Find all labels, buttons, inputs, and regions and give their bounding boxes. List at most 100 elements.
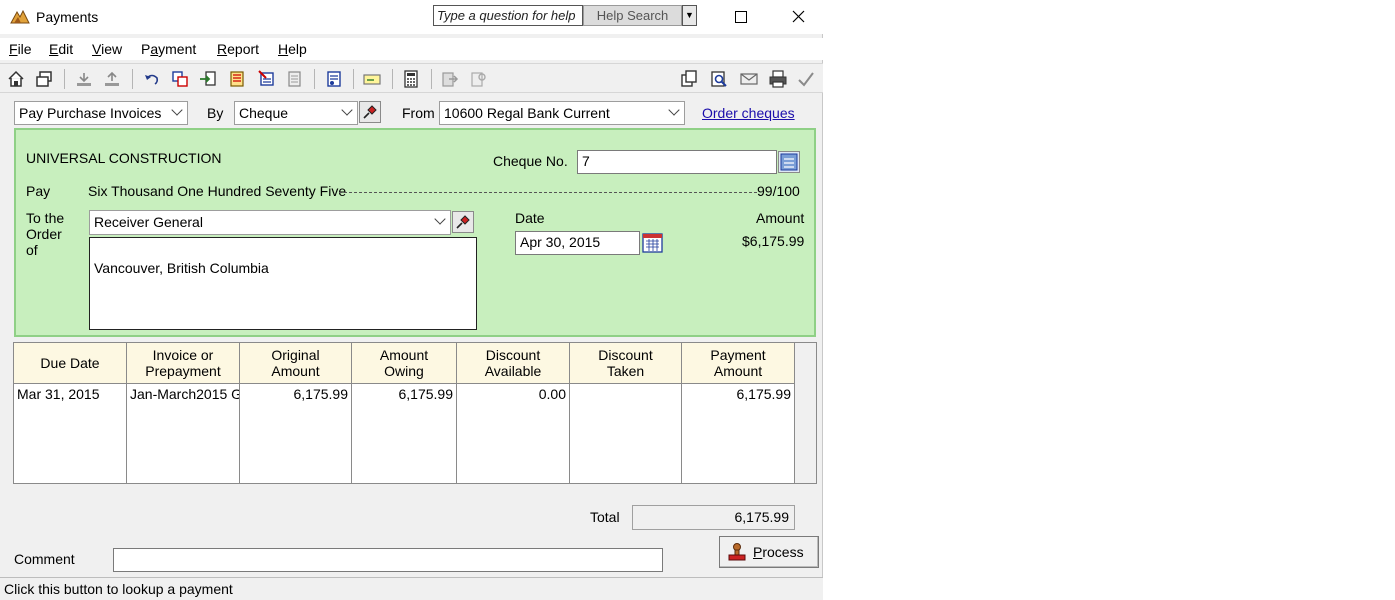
comment-field[interactable]	[113, 548, 663, 572]
payee-value: Receiver General	[94, 214, 203, 230]
invoice-icon[interactable]	[258, 70, 276, 88]
pin-payee-button[interactable]	[452, 211, 474, 233]
checkmark-icon[interactable]	[797, 70, 815, 88]
order-of-label-line2: Order	[26, 226, 62, 242]
menu-file[interactable]: File	[9, 41, 32, 57]
menu-payment[interactable]: Payment	[141, 41, 196, 57]
journal-icon[interactable]	[171, 70, 189, 88]
process-label: Process	[753, 544, 804, 560]
company-name: UNIVERSAL CONSTRUCTION	[26, 150, 222, 166]
title-bar: Payments Type a question for help Help S…	[0, 0, 823, 34]
toolbar-separator	[431, 69, 432, 89]
help-question-input[interactable]: Type a question for help	[433, 5, 583, 26]
amount-label: Amount	[756, 210, 805, 226]
forward-icon[interactable]	[441, 70, 459, 88]
payments-window: Payments Type a question for help Help S…	[0, 0, 823, 600]
account-value: 10600 Regal Bank Current	[444, 105, 610, 121]
lookup-icon[interactable]	[470, 70, 488, 88]
stamp-icon	[728, 543, 746, 561]
order-of-label-line1: To the	[26, 210, 65, 226]
cheque-icon[interactable]	[363, 70, 381, 88]
invoice-table: Due Date Invoice or Prepayment Original Am…	[13, 342, 817, 484]
amount-in-words: Six Thousand One Hundred Seventy Five	[88, 183, 347, 199]
column-header-invoice: Invoice or Prepayment	[127, 343, 240, 384]
toolbar-separator	[314, 69, 315, 89]
restore-window-icon[interactable]	[35, 70, 53, 88]
column-header-due-date: Due Date	[14, 343, 127, 384]
menu-report[interactable]: Report	[217, 41, 259, 57]
toolbar-separator	[392, 69, 393, 89]
chevron-down-icon	[341, 104, 353, 116]
pay-label: Pay	[26, 183, 51, 199]
process-button[interactable]: Process	[719, 536, 819, 568]
email-icon[interactable]	[740, 70, 758, 88]
menu-edit[interactable]: Edit	[49, 41, 73, 57]
date-field[interactable]: Apr 30, 2015	[515, 231, 640, 255]
cheque-number-field[interactable]: 7	[577, 150, 777, 174]
amount-fill-line	[339, 192, 757, 193]
cell-original-amount[interactable]: 6,175.99	[240, 384, 352, 483]
cell-amount-owing[interactable]: 6,175.99	[352, 384, 457, 483]
calendar-button[interactable]	[642, 232, 663, 254]
calculator-icon[interactable]	[402, 70, 420, 88]
import-icon[interactable]	[199, 70, 217, 88]
order-cheques-link[interactable]: Order cheques	[702, 105, 795, 121]
close-button[interactable]	[775, 4, 821, 30]
column-header-original-amount: Original Amount	[240, 343, 352, 384]
cheque-lookup-button[interactable]	[778, 151, 800, 173]
toolbar	[0, 63, 823, 93]
calendar-icon	[642, 233, 663, 253]
comment-label: Comment	[14, 551, 75, 567]
amount-cents: 99/100	[757, 183, 800, 199]
cell-discount-available[interactable]: 0.00	[457, 384, 570, 483]
cell-invoice[interactable]: Jan-March2015 G	[127, 384, 240, 483]
toolbar-separator	[64, 69, 65, 89]
column-header-payment-amount: Payment Amount	[682, 343, 795, 384]
preview-icon[interactable]	[710, 70, 728, 88]
order-of-label-line3: of	[26, 242, 38, 258]
payee-address: Vancouver, British Columbia	[94, 260, 269, 276]
calculator-icon	[780, 153, 798, 171]
column-header-discount-available: Discount Available	[457, 343, 570, 384]
cell-discount-taken[interactable]	[570, 384, 682, 483]
payment-method-value: Cheque	[239, 105, 289, 121]
maximize-button[interactable]	[718, 4, 764, 30]
print-icon[interactable]	[769, 70, 787, 88]
toolbar-separator	[353, 69, 354, 89]
payee-select[interactable]: Receiver General	[89, 210, 451, 235]
payee-address-field[interactable]: Vancouver, British Columbia	[89, 237, 477, 330]
cell-due-date[interactable]: Mar 31, 2015	[14, 384, 127, 483]
app-logo-icon	[10, 9, 30, 24]
home-icon[interactable]	[7, 70, 25, 88]
save-icon[interactable]	[75, 70, 93, 88]
table-scrollbar[interactable]	[795, 343, 816, 483]
help-dropdown-button[interactable]: ▼	[682, 5, 697, 26]
payment-method-select[interactable]: Cheque	[234, 101, 358, 125]
payment-type-value: Pay Purchase Invoices	[19, 105, 162, 121]
cell-payment-amount[interactable]: 6,175.99	[682, 384, 795, 483]
recalculate-icon[interactable]	[325, 70, 343, 88]
column-header-amount-owing: Amount Owing	[352, 343, 457, 384]
menu-view[interactable]: View	[92, 41, 122, 57]
chevron-down-icon	[434, 213, 446, 225]
date-label: Date	[515, 210, 545, 226]
document-icon[interactable]	[286, 70, 304, 88]
maximize-icon	[735, 10, 747, 23]
status-text: Click this button to lookup a payment	[4, 581, 233, 597]
cheque-panel: UNIVERSAL CONSTRUCTION Cheque No. 7 Pay …	[14, 128, 816, 337]
amount-value: $6,175.99	[742, 233, 805, 249]
cheque-no-label: Cheque No.	[493, 153, 568, 169]
window-title: Payments	[36, 9, 99, 25]
by-label: By	[207, 105, 224, 121]
account-select[interactable]: 10600 Regal Bank Current	[439, 101, 685, 125]
undo-icon[interactable]	[143, 70, 161, 88]
close-icon	[792, 10, 804, 23]
report-icon[interactable]	[228, 70, 246, 88]
save-disabled-icon[interactable]	[103, 70, 121, 88]
chevron-down-icon	[171, 104, 183, 116]
menu-help[interactable]: Help	[278, 41, 307, 57]
copy-icon[interactable]	[680, 70, 698, 88]
help-search-button[interactable]: Help Search	[583, 5, 682, 26]
payment-type-select[interactable]: Pay Purchase Invoices	[14, 101, 188, 125]
pin-method-button[interactable]	[359, 101, 381, 123]
